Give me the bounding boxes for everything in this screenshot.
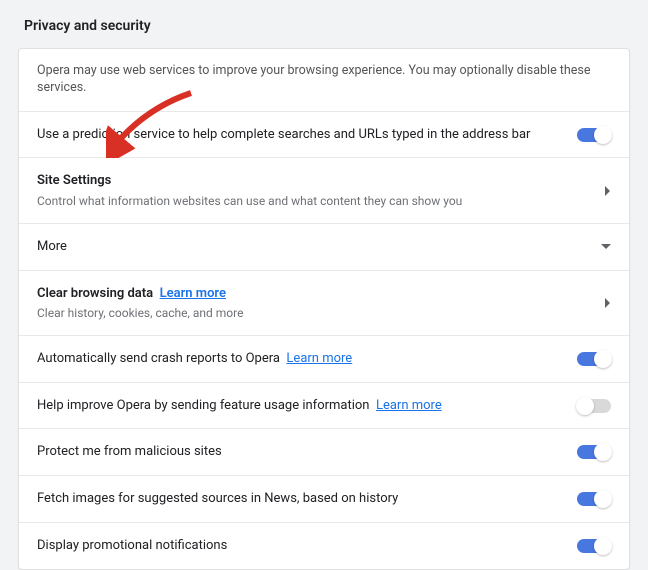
malicious-row: Protect me from malicious sites	[19, 429, 629, 476]
feature-usage-learn-more-link[interactable]: Learn more	[376, 398, 442, 413]
prediction-toggle[interactable]	[577, 128, 611, 142]
section-title: Privacy and security	[24, 18, 630, 34]
prediction-row: Use a prediction service to help complet…	[19, 112, 629, 159]
feature-usage-label: Help improve Opera by sending feature us…	[37, 397, 561, 415]
crash-reports-row: Automatically send crash reports to Oper…	[19, 336, 629, 383]
crash-reports-toggle[interactable]	[577, 352, 611, 366]
feature-usage-row: Help improve Opera by sending feature us…	[19, 383, 629, 430]
clear-data-learn-more-link[interactable]: Learn more	[160, 286, 226, 301]
chevron-right-icon	[593, 186, 611, 196]
clear-data-row[interactable]: Clear browsing data Learn more Clear his…	[19, 271, 629, 337]
site-settings-sub: Control what information websites can us…	[37, 193, 593, 209]
crash-reports-learn-more-link[interactable]: Learn more	[286, 351, 352, 366]
news-images-label: Fetch images for suggested sources in Ne…	[37, 490, 561, 508]
chevron-down-icon	[593, 244, 611, 250]
clear-data-sub: Clear history, cookies, cache, and more	[37, 305, 593, 321]
promo-label: Display promotional notifications	[37, 537, 561, 555]
chevron-right-icon	[593, 298, 611, 308]
crash-reports-label: Automatically send crash reports to Oper…	[37, 350, 561, 368]
site-settings-title: Site Settings	[37, 172, 593, 190]
info-row: Opera may use web services to improve yo…	[19, 49, 629, 112]
more-row[interactable]: More	[19, 224, 629, 271]
clear-data-title: Clear browsing data Learn more	[37, 285, 593, 303]
promo-toggle[interactable]	[577, 539, 611, 553]
promo-row: Display promotional notifications	[19, 523, 629, 569]
news-images-row: Fetch images for suggested sources in Ne…	[19, 476, 629, 523]
info-text: Opera may use web services to improve yo…	[37, 63, 611, 97]
malicious-toggle[interactable]	[577, 445, 611, 459]
prediction-label: Use a prediction service to help complet…	[37, 126, 561, 144]
news-images-toggle[interactable]	[577, 492, 611, 506]
malicious-label: Protect me from malicious sites	[37, 443, 561, 461]
feature-usage-toggle[interactable]	[577, 399, 611, 413]
more-label: More	[37, 238, 593, 256]
site-settings-row[interactable]: Site Settings Control what information w…	[19, 158, 629, 224]
privacy-card: Opera may use web services to improve yo…	[18, 48, 630, 570]
